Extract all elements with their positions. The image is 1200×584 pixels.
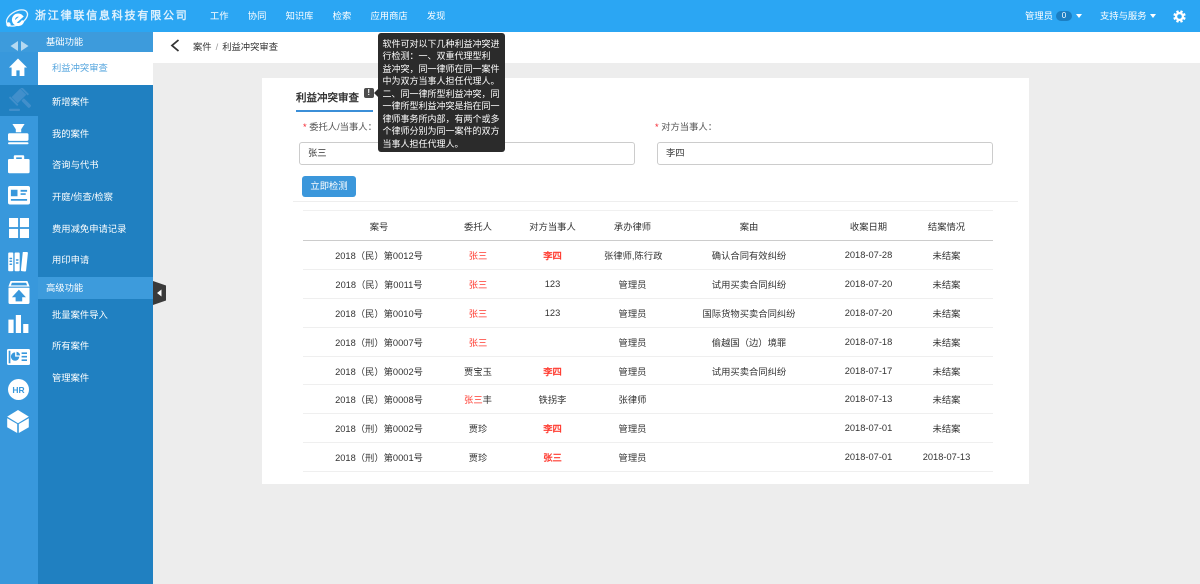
svg-text:HR: HR (12, 385, 24, 395)
